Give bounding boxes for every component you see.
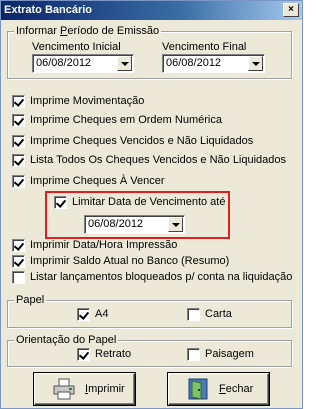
chevron-down-icon[interactable] (248, 56, 263, 71)
window-title: Extrato Bancário (4, 4, 93, 16)
checkbox-box[interactable] (12, 135, 25, 148)
checkbox-box[interactable] (54, 196, 67, 209)
checkbox-label: Imprimir Data/Hora Impressão (30, 239, 178, 251)
limitar-data-combo[interactable]: 06/08/2012 (84, 215, 185, 234)
checkbox-box[interactable] (12, 95, 25, 108)
checkbox-label: Paisagem (205, 348, 254, 360)
checkbox-label: Limitar Data de Vencimento até (72, 196, 226, 208)
chevron-down-icon[interactable] (117, 56, 132, 71)
checkbox-label: Imprime Cheques Vencidos e Não Liquidado… (30, 135, 254, 147)
checkbox-box[interactable] (12, 114, 25, 127)
imprimir-label: Imprimir (85, 383, 125, 395)
exit-door-icon (187, 378, 209, 400)
checkbox-label: Retrato (95, 348, 132, 360)
vencimento-final-label: Vencimento Final (162, 41, 247, 53)
imprimir-button[interactable]: Imprimir (34, 373, 135, 405)
checkbox-label: Lista Todos Os Cheques Vencidos e Não Li… (30, 154, 287, 166)
checkbox-box[interactable] (187, 348, 200, 361)
checkbox-label: Listar lançamentos bloqueados p/ conta n… (30, 271, 293, 283)
vencimento-final-value: 06/08/2012 (166, 57, 222, 69)
extrato-bancario-window: Extrato Bancário × Informar Período de E… (0, 0, 303, 409)
vencimento-final-combo[interactable]: 06/08/2012 (162, 54, 265, 73)
checkbox-box[interactable] (77, 308, 90, 321)
periodo-emissao-legend: Informar Período de Emissão (14, 24, 162, 38)
checkbox-label: A4 (95, 308, 109, 320)
checkbox-box[interactable] (12, 271, 25, 284)
checkbox-box[interactable] (12, 239, 25, 252)
limitar-data-value: 06/08/2012 (88, 218, 144, 230)
title-bar: Extrato Bancário × (1, 1, 302, 20)
fechar-label: Fechar (219, 383, 254, 395)
checkbox-box[interactable] (77, 348, 90, 361)
checkbox-label: Imprime Cheques À Vencer (30, 175, 165, 187)
vencimento-inicial-combo[interactable]: 06/08/2012 (32, 54, 134, 73)
checkbox-box[interactable] (12, 255, 25, 268)
papel-legend: Papel (14, 293, 47, 307)
checkbox-label: Imprime Movimentação (30, 95, 145, 107)
printer-icon (53, 378, 75, 400)
checkbox-label: Imprimir Saldo Atual no Banco (Resumo) (30, 255, 230, 267)
vencimento-inicial-value: 06/08/2012 (36, 57, 92, 69)
close-window-button[interactable]: × (283, 3, 299, 17)
checkbox-label: Imprime Cheques em Ordem Numérica (30, 114, 222, 126)
fechar-button[interactable]: Fechar (168, 373, 269, 405)
checkbox-box[interactable] (12, 175, 25, 188)
checkbox-label: Carta (205, 308, 232, 320)
orientacao-legend: Orientação do Papel (14, 333, 119, 347)
papel-group: Papel (7, 293, 292, 328)
checkbox-box[interactable] (187, 308, 200, 321)
checkbox-box[interactable] (12, 154, 25, 167)
vencimento-inicial-label: Vencimento Inicial (32, 41, 121, 53)
chevron-down-icon[interactable] (168, 217, 183, 232)
